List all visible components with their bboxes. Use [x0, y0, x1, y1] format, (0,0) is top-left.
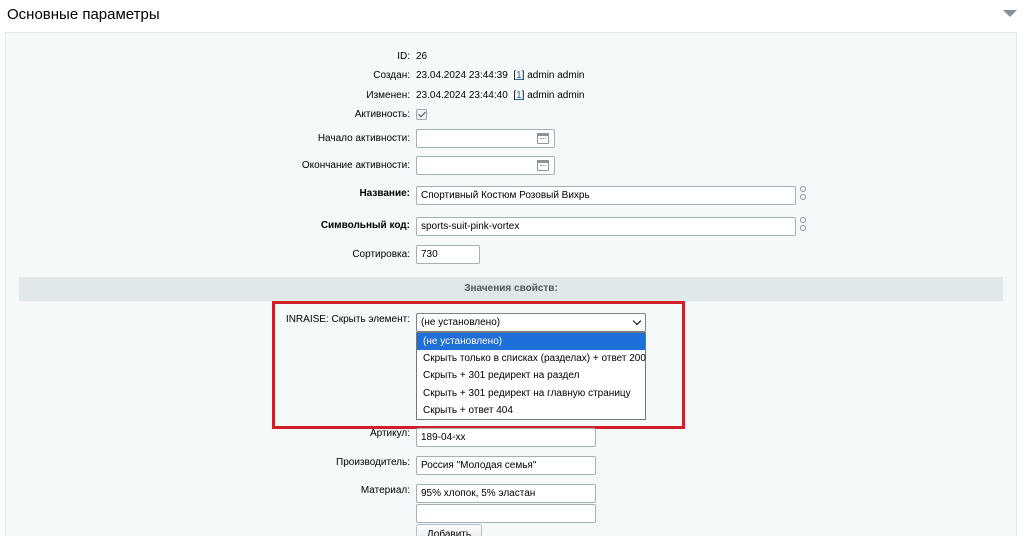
name-label: Название: [359, 188, 410, 199]
active-to-input[interactable] [416, 156, 555, 175]
modified-user-link[interactable]: 1 [516, 90, 522, 101]
sort-input[interactable]: 730 [416, 245, 480, 264]
code-label: Символьный код: [320, 220, 410, 231]
active-checkbox[interactable] [416, 109, 427, 120]
active-label: Активность: [354, 109, 410, 120]
manufacturer-input[interactable]: Россия "Молодая семья" [416, 456, 596, 475]
chevron-down-icon[interactable] [1003, 10, 1017, 17]
section-header[interactable]: Основные параметры [0, 0, 1024, 30]
active-to-label: Окончание активности: [301, 160, 410, 171]
name-input[interactable]: Спортивный Костюм Розовый Вихрь [416, 186, 796, 205]
created-date: 23.04.2024 23:44:39 [416, 70, 508, 81]
add-button[interactable]: Добавить [416, 524, 482, 536]
created-label: Создан: [373, 70, 410, 81]
material-input-extra[interactable] [416, 504, 596, 523]
sort-label: Сортировка: [352, 249, 410, 260]
modified-user: admin admin [527, 90, 585, 101]
properties-section-bar: Значения свойств: [19, 277, 1003, 301]
created-user-link[interactable]: 1 [516, 70, 522, 81]
created-user: admin admin [527, 70, 585, 81]
modified-value: 23.04.2024 23:44:40 [1] admin admin [416, 90, 585, 101]
code-input[interactable]: sports-suit-pink-vortex [416, 217, 796, 236]
article-input[interactable]: 189-04-xx [416, 428, 596, 447]
manufacturer-label: Производитель: [336, 457, 410, 468]
calendar-icon[interactable] [537, 133, 549, 144]
id-label: ID: [397, 51, 410, 62]
active-from-label: Начало активности: [317, 133, 410, 144]
active-from-input[interactable] [416, 129, 555, 148]
translit-icon[interactable] [798, 186, 808, 202]
calendar-icon[interactable] [537, 160, 549, 171]
modified-date: 23.04.2024 23:44:40 [416, 90, 508, 101]
translit-icon[interactable] [798, 217, 808, 233]
id-value: 26 [416, 51, 428, 62]
article-label: Артикул: [369, 428, 410, 439]
highlight-box [272, 301, 685, 429]
modified-label: Изменен: [366, 90, 410, 101]
material-input[interactable]: 95% хлопок, 5% эластан [416, 484, 596, 503]
section-title: Значения свойств: [464, 283, 558, 294]
page-title: Основные параметры [7, 6, 160, 23]
material-label: Материал: [360, 485, 410, 496]
created-value: 23.04.2024 23:44:39 [1] admin admin [416, 70, 585, 81]
